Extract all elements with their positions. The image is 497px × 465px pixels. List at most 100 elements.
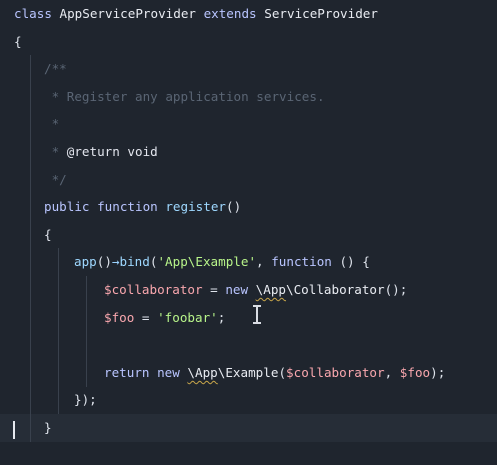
code-token: /** [44, 61, 67, 77]
code-token: return [104, 364, 158, 380]
indent-guide [30, 414, 31, 442]
code-token: () [226, 199, 242, 215]
code-token: void [127, 144, 158, 159]
code-text: } [44, 414, 52, 442]
code-token: bind [119, 254, 150, 270]
code-token: * [44, 144, 67, 159]
code-line: }); [0, 386, 497, 415]
code-text: $collaborator = new \App\Collaborator(); [104, 276, 407, 304]
code-token: , [384, 364, 400, 380]
indent-guide [58, 331, 59, 360]
indent-guide [58, 386, 59, 415]
indent-guide [30, 55, 31, 84]
code-token: (); [384, 282, 408, 297]
code-token: AppServiceProvider [59, 6, 204, 21]
code-text: class AppServiceProvider extends Service… [14, 0, 378, 28]
code-token: \Example [217, 364, 279, 380]
code-token: public [44, 199, 98, 215]
indent-guide [30, 248, 31, 277]
code-line: * @return void [0, 138, 497, 166]
indent-guide [30, 331, 31, 360]
code-text: return new \App\Example($collaborator, $… [104, 359, 445, 387]
indent-guide [30, 303, 31, 332]
indent-guide [86, 331, 87, 360]
indent-guide [58, 276, 59, 304]
code-token: () { [339, 254, 370, 270]
indent-guide [30, 193, 31, 222]
code-text: /** [44, 55, 67, 83]
code-token: 'foobar' [157, 309, 218, 325]
code-token: 'App\Example' [157, 254, 257, 270]
code-line: class AppServiceProvider extends Service… [0, 0, 497, 28]
code-token: { [44, 226, 52, 242]
code-line: /** [0, 55, 497, 84]
indent-guide [86, 358, 87, 387]
code-token: ; [217, 309, 226, 325]
ibeam-cursor-icon [252, 304, 262, 324]
indent-guide [86, 303, 87, 332]
indent-guide [30, 165, 31, 194]
code-line: $collaborator = new \App\Collaborator(); [0, 276, 497, 304]
code-text: * [44, 110, 60, 138]
code-token: = [134, 309, 158, 325]
indent-guide [30, 358, 31, 387]
code-token: () [96, 254, 112, 270]
indent-guide [30, 138, 31, 166]
code-token: \App [187, 364, 218, 380]
code-editor[interactable]: class AppServiceProvider extends Service… [0, 0, 497, 465]
code-token: \Collaborator [286, 282, 385, 297]
indent-guide [30, 276, 31, 304]
code-text: * @return void [44, 138, 158, 166]
code-token: }); [74, 392, 97, 408]
code-line: * Register any application services. [0, 82, 497, 111]
code-line [0, 331, 497, 360]
code-text: $foo = 'foobar'; [104, 304, 225, 332]
indent-guide [58, 248, 59, 277]
code-line: public function register() [0, 193, 497, 222]
code-text: { [44, 221, 52, 249]
code-token: } [44, 420, 52, 435]
code-token: */ [44, 171, 67, 187]
code-line: * [0, 110, 497, 139]
indent-guide [86, 276, 87, 304]
code-token: * [44, 116, 60, 132]
code-line: return new \App\Example($collaborator, $… [0, 358, 497, 387]
code-text: * Register any application services. [44, 83, 325, 111]
code-token: new [225, 282, 256, 297]
code-token: ServiceProvider [264, 6, 378, 21]
code-line: { [0, 220, 497, 249]
code-line: app()→bind('App\Example', function () { [0, 248, 497, 277]
code-token: $foo [399, 364, 431, 380]
code-token: ); [430, 364, 446, 380]
code-token: $foo [104, 309, 135, 325]
indent-guide [58, 358, 59, 387]
code-token: function [271, 254, 340, 270]
code-line: { [0, 28, 497, 56]
code-token: ( [278, 364, 287, 380]
code-token: { [14, 33, 22, 49]
code-line: } [0, 414, 497, 442]
code-text: */ [44, 166, 67, 194]
code-text: { [14, 28, 22, 56]
code-line: */ [0, 165, 497, 194]
code-token: , [256, 254, 272, 270]
code-token: class [14, 6, 60, 21]
code-token: app [74, 254, 97, 270]
code-text: }); [74, 386, 97, 414]
code-text: app()→bind('App\Example', function () { [74, 248, 370, 276]
code-token: * Register any application services. [44, 88, 325, 104]
indent-guide [30, 220, 31, 249]
code-token: extends [203, 6, 265, 21]
code-token: $collaborator [286, 364, 385, 380]
code-token: = [202, 282, 226, 297]
code-token: @return [66, 144, 128, 159]
code-token: \App [255, 282, 287, 297]
indent-guide [58, 303, 59, 332]
indent-guide [30, 110, 31, 139]
code-token: new [157, 364, 188, 380]
code-token: → [111, 254, 120, 270]
code-token: register [165, 199, 226, 215]
code-line: $foo = 'foobar'; [0, 303, 497, 332]
code-text: public function register() [44, 193, 241, 221]
code-token: $collaborator [104, 282, 203, 297]
